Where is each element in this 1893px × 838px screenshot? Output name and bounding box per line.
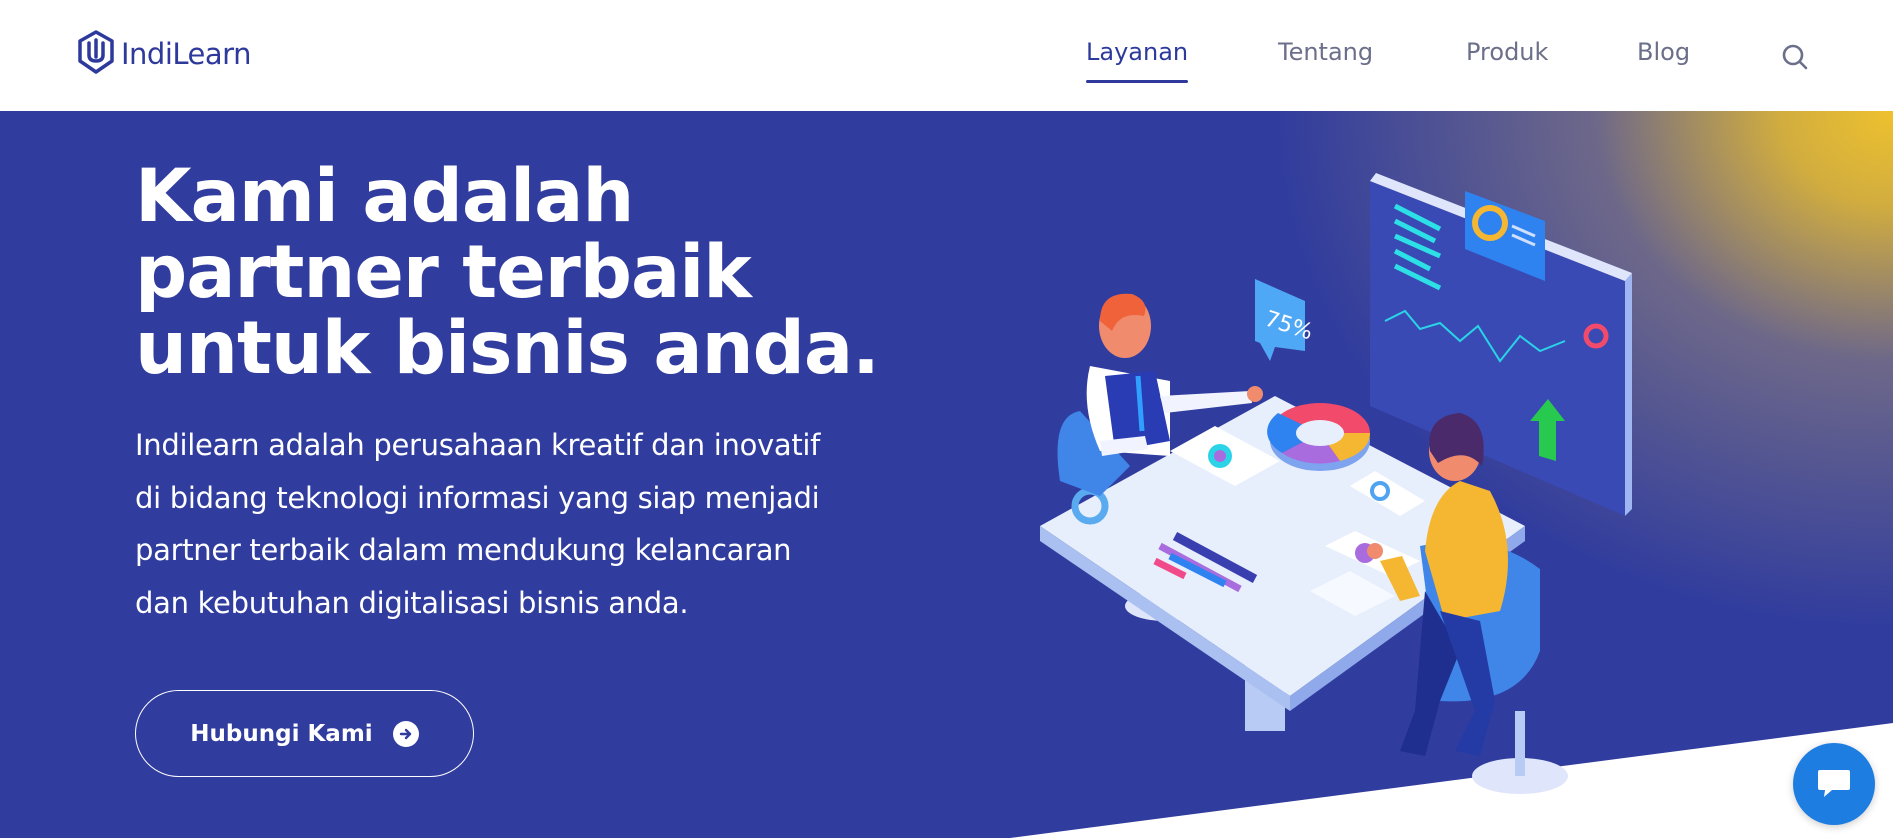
search-icon bbox=[1780, 44, 1810, 76]
search-button[interactable] bbox=[1780, 42, 1810, 72]
nav-item-blog[interactable]: Blog bbox=[1637, 38, 1690, 66]
contact-us-button[interactable]: Hubungi Kami bbox=[135, 690, 474, 777]
hero-title-line: Kami adalah bbox=[135, 154, 634, 239]
nav-item-layanan[interactable]: Layanan bbox=[1086, 38, 1189, 83]
nav-active-underline bbox=[1086, 80, 1189, 83]
hero-description-line: di bidang teknologi informasi yang siap … bbox=[135, 480, 820, 515]
hero-title-line: untuk bisnis anda. bbox=[135, 306, 880, 391]
hero-section: Kami adalah partner terbaik untuk bisnis… bbox=[0, 111, 1893, 838]
hero-title-line: partner terbaik bbox=[135, 230, 752, 315]
nav-item-label: Blog bbox=[1637, 38, 1691, 66]
navbar: IndiLearn Layanan Tentang Produk Blog bbox=[0, 0, 1893, 111]
nav-item-produk[interactable]: Produk bbox=[1466, 38, 1548, 66]
arrow-right-circle-icon bbox=[392, 720, 419, 747]
hero-description-line: dan kebutuhan digitalisasi bisnis anda. bbox=[135, 585, 689, 620]
brand-name: IndiLearn bbox=[121, 37, 251, 71]
nav-item-label: Tentang bbox=[1278, 38, 1374, 66]
chat-bubble-icon bbox=[1814, 762, 1854, 806]
shield-logo-icon bbox=[77, 30, 115, 78]
hero-description-line: Indilearn adalah perusahaan kreatif dan … bbox=[135, 428, 821, 462]
nav-item-label: Produk bbox=[1466, 38, 1549, 66]
brand-logo[interactable]: IndiLearn bbox=[77, 30, 251, 78]
nav-item-label: Layanan bbox=[1086, 38, 1189, 66]
nav-item-tentang[interactable]: Tentang bbox=[1278, 38, 1373, 66]
hero-description-line: partner terbaik dalam mendukung kelancar… bbox=[135, 533, 792, 567]
hero-title: Kami adalah partner terbaik untuk bisnis… bbox=[135, 159, 935, 387]
hero-description: Indilearn adalah perusahaan kreatif dan … bbox=[135, 419, 895, 629]
dashboard-screen bbox=[1370, 173, 1632, 516]
percentage-badge: 75% bbox=[1255, 279, 1316, 361]
cta-label: Hubungi Kami bbox=[190, 720, 373, 747]
chat-button[interactable] bbox=[1793, 743, 1875, 825]
business-meeting-illustration: 75% bbox=[1040, 173, 1632, 794]
